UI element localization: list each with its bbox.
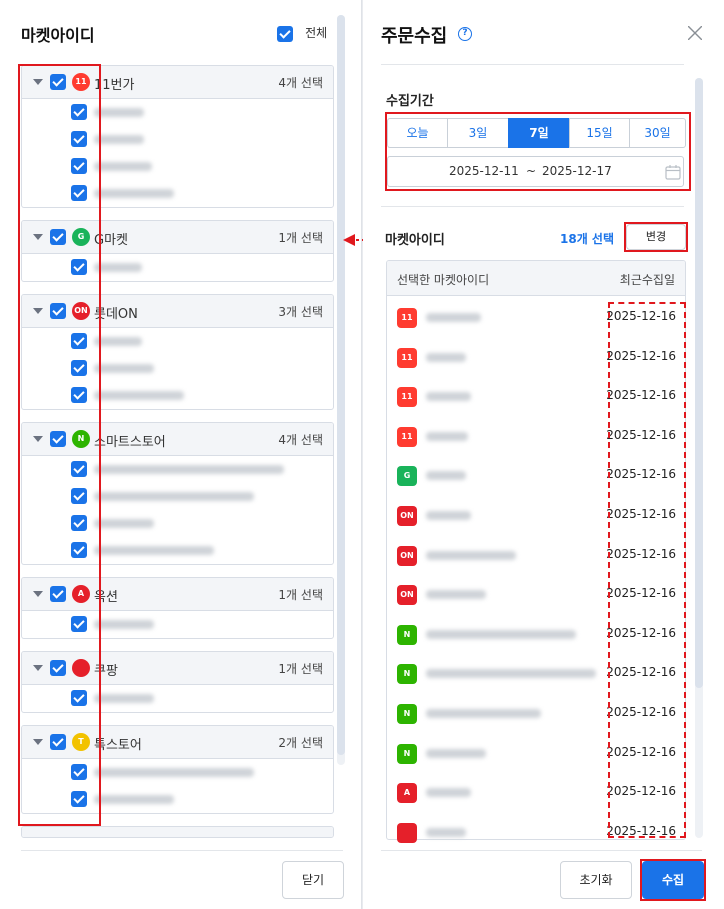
masked-account-id [426,550,516,560]
group-count: 1개 선택 [278,588,323,602]
select-all-label: 전체 [305,26,328,40]
market-id-title: 마켓아이디 [21,26,95,45]
market-logo-icon: G [397,466,417,487]
group-count: 3개 선택 [278,305,323,319]
market-logo-icon: 11 [397,426,417,447]
order-collect-panel: 주문수집 ? 수집기간 오늘 3일 7일 15일 30일 2025-12-11 ~ 20… [363,0,724,909]
masked-account-id [426,669,596,679]
market-logo-icon: 11 [397,347,417,368]
close-icon[interactable] [687,25,703,41]
masked-account-id [426,471,466,481]
market-logo-icon: ON [397,545,417,566]
market-logo-icon: 11 [397,308,417,328]
group-count: 2개 선택 [278,736,323,750]
masked-account-id [94,189,174,198]
masked-account-id [94,546,214,555]
group-count: 4개 선택 [278,76,323,90]
masked-account-id [94,108,144,117]
select-all-checkbox[interactable]: 전체 [277,24,327,42]
left-scrollbar-thumb[interactable] [337,15,345,755]
masked-account-id [426,392,471,402]
divider [381,850,702,851]
market-logo-icon: N [397,743,417,764]
table-header: 선택한 마켓아이디 최근수집일 [387,261,685,296]
masked-account-id [426,827,466,837]
masked-account-id [94,519,154,528]
date-highlight-box [608,302,686,838]
masked-account-id [94,337,142,346]
masked-account-id [94,465,284,474]
collect-highlight-box [640,859,706,901]
group-count: 4개 선택 [278,433,323,447]
checkbox-checked-icon [277,25,293,42]
masked-account-id [426,629,576,639]
change-highlight-box [624,222,688,252]
group-name: 스마트스토어 [94,435,166,450]
divider [381,64,684,65]
help-icon[interactable]: ? [458,27,472,41]
selected-count: 18개 선택 [560,232,614,246]
masked-account-id [94,492,254,501]
masked-account-id [94,391,184,400]
group-name: 톡스토어 [94,738,142,753]
market-id-label: 마켓아이디 [385,233,445,248]
left-scrollbar[interactable] [337,15,345,765]
masked-account-id [426,313,481,322]
market-logo-icon: ON [397,585,417,606]
period-label: 수집기간 [386,94,434,109]
right-scrollbar-thumb[interactable] [695,78,703,688]
group-header[interactable] [22,827,333,837]
market-logo-icon: A [397,783,417,804]
market-logo-icon: N [397,624,417,645]
group-count: 1개 선택 [278,231,323,245]
market-id-panel: 마켓아이디 전체 11 11번가 4개 선택 G G마켓 1개 선택 ON 롯데ON 3개 선택… [0,0,362,909]
masked-account-id [94,162,152,171]
order-collect-title: 주문수집 [381,26,448,47]
masked-account-id [94,263,142,272]
market-logo-icon: 11 [397,387,417,408]
masked-account-id [426,352,466,362]
market-group [21,826,334,838]
market-logo-icon: N [397,664,417,685]
masked-account-id [426,511,471,520]
period-highlight-box [385,112,691,191]
masked-account-id [426,709,541,718]
masked-account-id [94,620,154,629]
divider [21,850,343,851]
col-last-collected: 최근수집일 [619,273,675,287]
divider [381,206,684,207]
group-count: 1개 선택 [278,662,323,676]
col-market-id: 선택한 마켓아이디 [397,273,490,287]
reset-button[interactable]: 초기화 [560,861,632,899]
masked-account-id [94,364,154,373]
masked-account-id [94,694,154,703]
masked-account-id [94,795,174,804]
masked-account-id [426,748,486,758]
market-logo-icon: ON [397,506,417,526]
masked-account-id [426,431,468,441]
masked-account-id [94,135,144,144]
right-scrollbar[interactable] [695,78,703,838]
masked-account-id [94,768,254,777]
masked-account-id [426,788,471,798]
close-button[interactable]: 닫기 [282,861,344,899]
masked-account-id [426,590,486,600]
market-logo-icon: N [397,704,417,724]
checkbox-highlight-box [18,64,101,826]
market-logo-icon [397,822,417,843]
